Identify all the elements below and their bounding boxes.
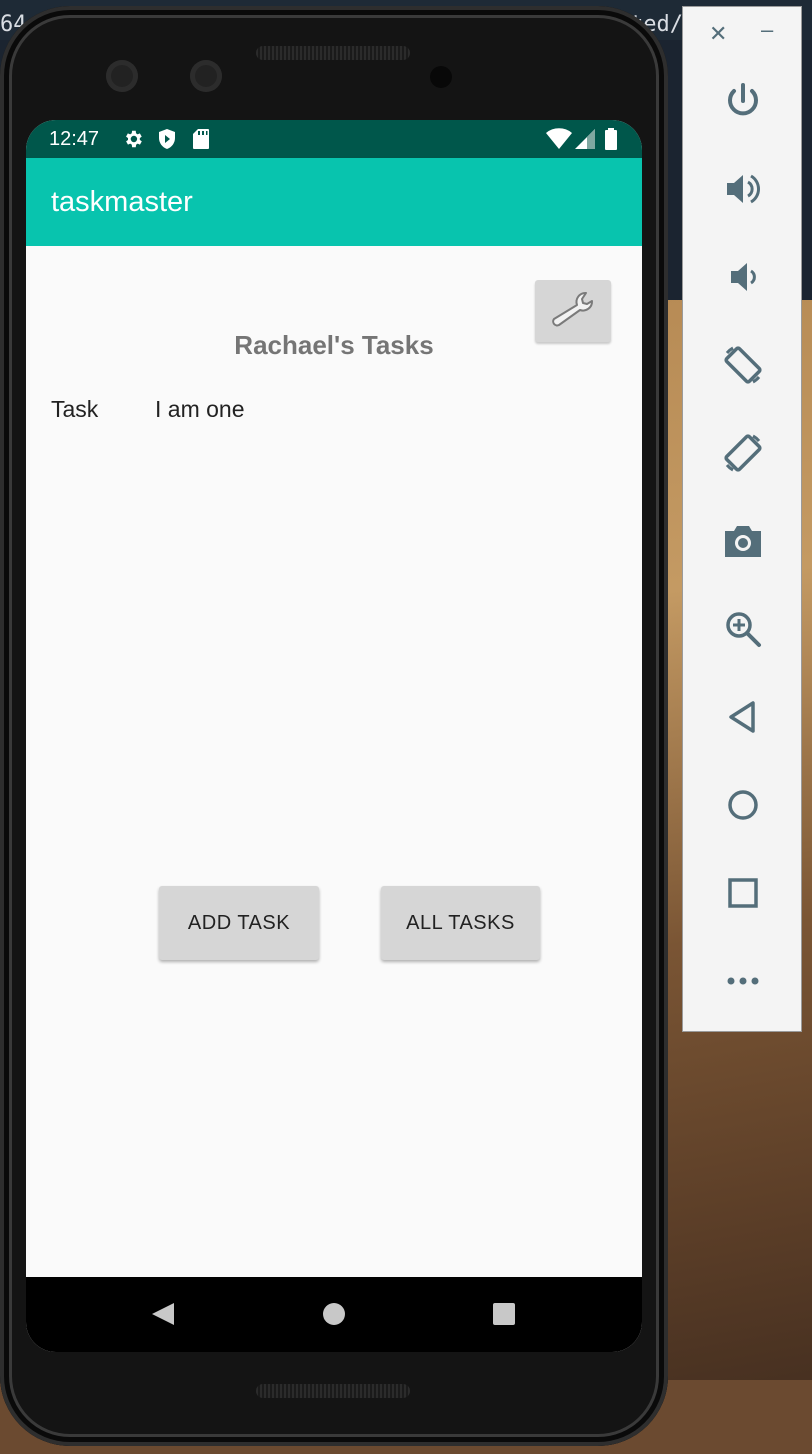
settings-status-icon (122, 128, 144, 155)
more-icon[interactable] (719, 957, 767, 1005)
app-bar: taskmaster (26, 158, 642, 246)
navigation-bar (26, 1277, 642, 1352)
top-speaker (256, 46, 410, 60)
phone-screen: 12:47 taskmaster Rachael's Tasks Task I … (26, 120, 642, 1352)
add-task-button[interactable]: ADD TASK (159, 886, 319, 960)
sd-card-status-icon (192, 128, 210, 155)
phone-frame: 12:47 taskmaster Rachael's Tasks Task I … (0, 6, 668, 1446)
back-icon[interactable] (719, 693, 767, 741)
rotate-right-icon[interactable] (719, 429, 767, 477)
zoom-icon[interactable] (719, 605, 767, 653)
power-icon[interactable] (719, 77, 767, 125)
sensor (430, 66, 452, 88)
page-heading: Rachael's Tasks (234, 330, 434, 360)
volume-up-icon[interactable] (719, 165, 767, 213)
minimize-icon[interactable]: – (761, 17, 773, 43)
overview-icon[interactable] (719, 869, 767, 917)
cellular-status-icon (574, 128, 596, 155)
main-content: Rachael's Tasks Task I am one ADD TASK A… (26, 246, 642, 1277)
volume-down-icon[interactable] (719, 253, 767, 301)
shield-status-icon (157, 128, 177, 155)
close-icon[interactable]: ✕ (709, 21, 727, 47)
wrench-icon (548, 289, 598, 334)
front-camera-1 (106, 60, 138, 92)
camera-icon[interactable] (719, 517, 767, 565)
task-value: I am one (155, 396, 245, 422)
status-time: 12:47 (49, 128, 100, 150)
rotate-left-icon[interactable] (719, 341, 767, 389)
front-camera-2 (190, 60, 222, 92)
nav-home-icon[interactable] (323, 1303, 345, 1325)
battery-status-icon (604, 128, 618, 155)
all-tasks-button[interactable]: ALL TASKS (381, 886, 540, 960)
bottom-speaker (256, 1384, 410, 1398)
emulator-toolbar: ✕ – (682, 6, 802, 1032)
app-title: taskmaster (51, 186, 193, 218)
nav-back-icon[interactable] (152, 1303, 174, 1325)
task-label: Task (51, 396, 99, 422)
nav-recents-icon[interactable] (493, 1303, 515, 1325)
home-icon[interactable] (719, 781, 767, 829)
wifi-status-icon (546, 128, 572, 155)
status-bar: 12:47 (26, 120, 642, 158)
